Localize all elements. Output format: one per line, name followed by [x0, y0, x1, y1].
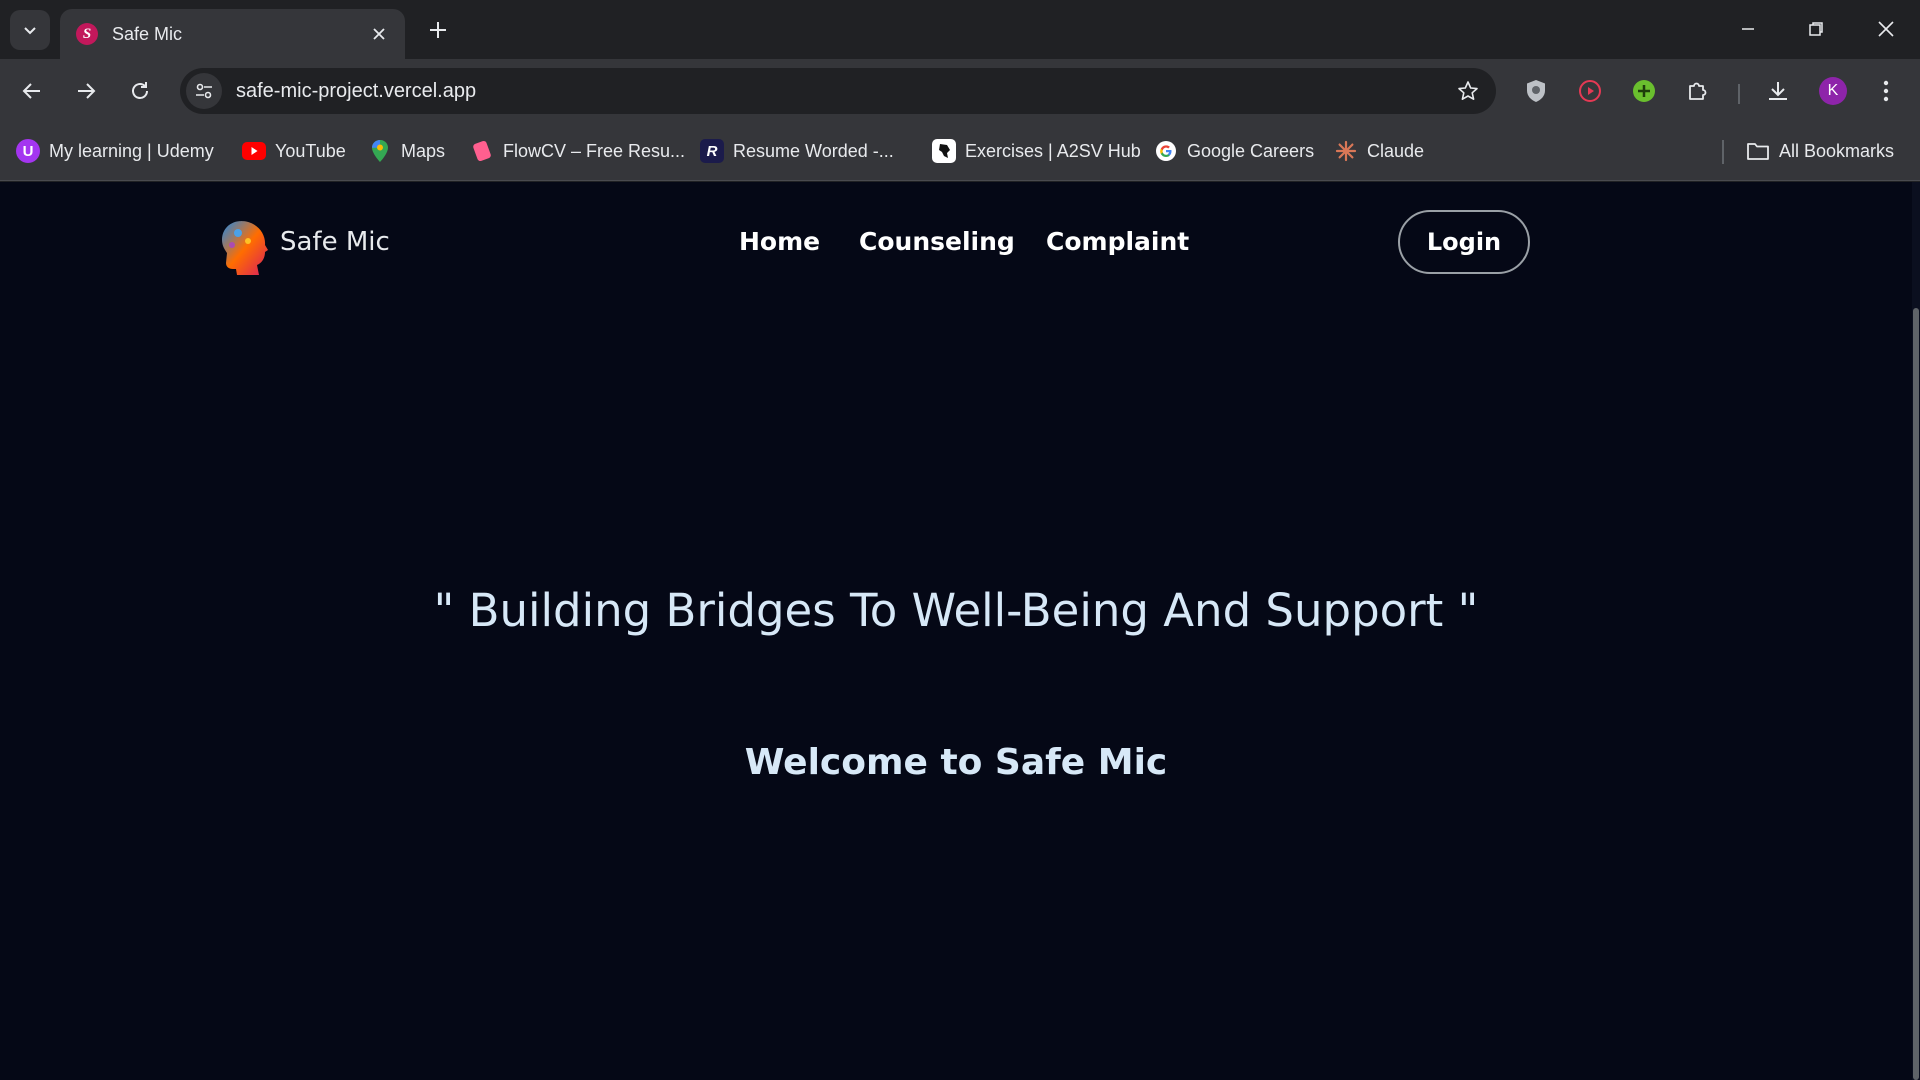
browser-menu-button[interactable] — [1868, 73, 1904, 109]
close-icon — [1878, 21, 1894, 37]
a2sv-icon — [932, 139, 956, 163]
scrollbar-thumb[interactable] — [1913, 308, 1919, 1080]
tab-favicon-icon: S — [76, 23, 98, 45]
bookmarks-divider — [1722, 140, 1724, 164]
bookmark-label: My learning | Udemy — [49, 140, 214, 161]
close-window-button[interactable] — [1858, 8, 1914, 50]
arrow-right-icon — [78, 83, 96, 99]
bookmark-google-careers[interactable]: Google Careers — [1154, 135, 1314, 167]
shield-icon — [1527, 80, 1545, 102]
folder-icon — [1746, 139, 1770, 163]
tune-icon — [196, 83, 212, 99]
active-tab[interactable]: S Safe Mic — [60, 9, 405, 59]
maps-icon — [368, 139, 392, 163]
extensions-button[interactable] — [1680, 73, 1716, 109]
resume-worded-icon: R — [700, 139, 724, 163]
nav-complaint-link[interactable]: Complaint — [1046, 227, 1189, 256]
bookmark-label: YouTube — [275, 140, 346, 161]
puzzle-icon — [1689, 82, 1707, 100]
bookmark-youtube[interactable]: YouTube — [242, 135, 346, 167]
reload-icon — [132, 82, 148, 99]
udemy-icon: U — [16, 139, 40, 163]
restore-icon — [1809, 22, 1823, 36]
tab-title: Safe Mic — [112, 23, 183, 44]
plus-circle-icon — [1633, 80, 1655, 102]
address-bar[interactable]: safe-mic-project.vercel.app — [180, 68, 1496, 114]
tab-strip: S Safe Mic — [0, 0, 1920, 59]
url-text: safe-mic-project.vercel.app — [236, 79, 477, 102]
flowcv-icon — [470, 139, 494, 163]
toolbar-divider — [1738, 84, 1740, 104]
bookmark-label: FlowCV – Free Resu... — [503, 140, 686, 161]
head-profile-logo-icon[interactable] — [218, 219, 270, 277]
all-bookmarks-button[interactable]: All Bookmarks — [1746, 135, 1894, 167]
bookmark-resume-worded[interactable]: R Resume Worded -... — [700, 135, 894, 167]
page-scrollbar[interactable] — [1912, 182, 1920, 1080]
record-icon — [1579, 80, 1601, 102]
shield-extension-button[interactable] — [1518, 73, 1554, 109]
star-icon — [1458, 81, 1478, 100]
youtube-icon — [242, 139, 266, 163]
browser-toolbar: safe-mic-project.vercel.app K — [0, 59, 1920, 123]
bookmark-flowcv[interactable]: FlowCV – Free Resu... — [470, 135, 685, 167]
bookmarks-bar: U My learning | Udemy YouTube Maps FlowC… — [0, 123, 1920, 181]
nav-home-link[interactable]: Home — [739, 227, 820, 256]
bookmark-label: Claude — [1367, 140, 1425, 161]
plus-icon — [430, 22, 446, 38]
tab-close-button[interactable] — [367, 22, 391, 46]
new-tab-button[interactable] — [422, 14, 454, 46]
bookmark-label: Resume Worded -... — [733, 140, 894, 161]
reload-button[interactable] — [122, 73, 158, 109]
bookmark-udemy[interactable]: U My learning | Udemy — [16, 135, 214, 167]
site-info-button[interactable] — [186, 73, 222, 109]
bookmark-label: Exercises | A2SV Hub — [965, 140, 1141, 161]
web-page: Safe Mic Home Counseling Complaint Login… — [0, 182, 1920, 1080]
minimize-button[interactable] — [1720, 8, 1776, 50]
bookmark-label: Google Careers — [1187, 140, 1315, 161]
bookmark-maps[interactable]: Maps — [368, 135, 445, 167]
chevron-down-icon — [24, 27, 36, 35]
nav-counseling-link[interactable]: Counseling — [859, 227, 1015, 256]
bookmark-claude[interactable]: Claude — [1334, 135, 1424, 167]
tab-search-button[interactable] — [10, 10, 50, 50]
back-button[interactable] — [14, 73, 50, 109]
login-button[interactable]: Login — [1398, 210, 1530, 274]
bookmark-label: Maps — [401, 140, 446, 161]
avatar: K — [1819, 77, 1847, 105]
welcome-heading: Welcome to Safe Mic — [744, 742, 1168, 783]
bookmark-star-button[interactable] — [1450, 73, 1486, 109]
restore-button[interactable] — [1788, 8, 1844, 50]
downloads-button[interactable] — [1760, 73, 1796, 109]
minimize-icon — [1742, 28, 1754, 30]
site-name[interactable]: Safe Mic — [280, 227, 390, 257]
arrow-left-icon — [22, 83, 40, 99]
forward-button[interactable] — [68, 73, 104, 109]
download-icon — [1769, 82, 1787, 100]
record-extension-button[interactable] — [1572, 73, 1608, 109]
google-icon — [1154, 139, 1178, 163]
green-plus-extension-button[interactable] — [1626, 73, 1662, 109]
more-vertical-icon — [1883, 80, 1889, 102]
close-icon — [373, 28, 385, 40]
hero-tagline: " Building Bridges To Well-Being And Sup… — [433, 584, 1479, 637]
all-bookmarks-label: All Bookmarks — [1779, 140, 1895, 161]
bookmark-a2sv[interactable]: Exercises | A2SV Hub — [932, 135, 1141, 167]
profile-button[interactable]: K — [1815, 73, 1851, 109]
claude-icon — [1334, 139, 1358, 163]
